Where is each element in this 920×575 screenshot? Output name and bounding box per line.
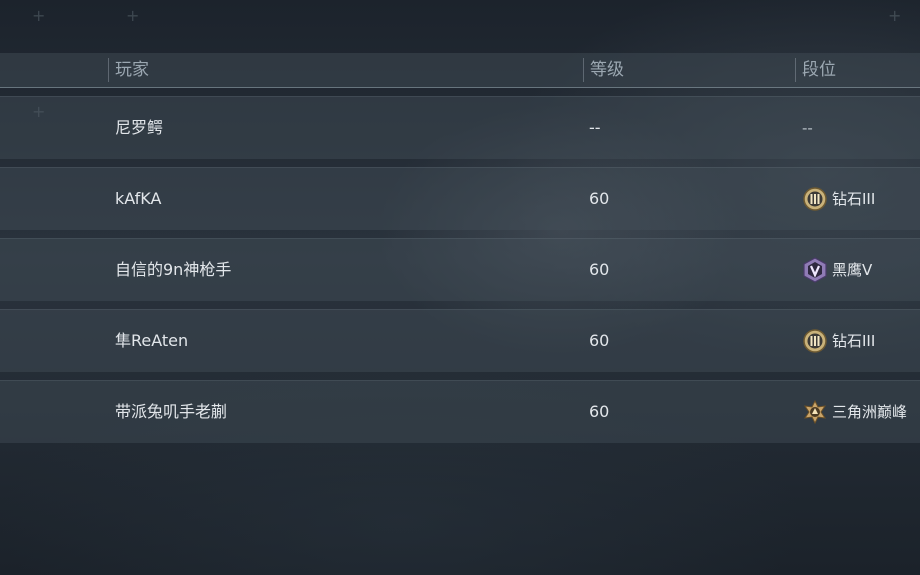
player-name: kAfKA <box>115 189 162 208</box>
player-name: 带派兔叽手老蒯 <box>115 402 228 421</box>
player-level: 60 <box>589 260 610 279</box>
player-name: 自信的9n神枪手 <box>115 260 232 279</box>
player-rank: 三角洲巅峰 <box>802 381 907 443</box>
rank-label: 钻石III <box>832 190 876 208</box>
delta-peak-icon <box>803 399 827 425</box>
decorative-plus-icon: + <box>126 6 140 25</box>
table-row[interactable]: 带派兔叽手老蒯 60 三角洲巅峰 <box>0 380 920 443</box>
table-row[interactable]: kAfKA 60 钻石III <box>0 167 920 230</box>
player-level: 60 <box>589 402 610 421</box>
player-rank: 钻石III <box>802 310 875 372</box>
decorative-plus-icon: + <box>888 6 902 25</box>
player-level: 60 <box>589 331 610 350</box>
rank-label: -- <box>802 119 813 137</box>
rank-label: 三角洲巅峰 <box>832 403 908 421</box>
rank-label: 黑鹰V <box>832 261 873 279</box>
table-row[interactable]: 尼罗鳄 -- -- <box>0 96 920 159</box>
player-name: 尼罗鳄 <box>115 118 164 137</box>
header-rank: 段位 <box>795 58 836 82</box>
player-name: 隼ReAten <box>115 331 189 350</box>
decorative-plus-icon: + <box>32 6 46 25</box>
table-row[interactable]: 隼ReAten 60 钻石III <box>0 309 920 372</box>
blackhawk-V-icon <box>803 257 827 283</box>
header-level: 等级 <box>583 58 624 82</box>
player-rank: 黑鹰V <box>802 239 872 301</box>
header-player: 玩家 <box>108 58 149 82</box>
rank-label: 钻石III <box>832 332 876 350</box>
table-row[interactable]: 自信的9n神枪手 60 黑鹰V <box>0 238 920 301</box>
player-rank: -- <box>802 97 813 159</box>
player-rank: 钻石III <box>802 168 875 230</box>
table-header: 玩家 等级 段位 <box>0 53 920 88</box>
diamond-III-icon <box>803 187 827 211</box>
diamond-III-icon <box>803 329 827 353</box>
player-level: 60 <box>589 189 610 208</box>
player-level: -- <box>589 118 601 137</box>
